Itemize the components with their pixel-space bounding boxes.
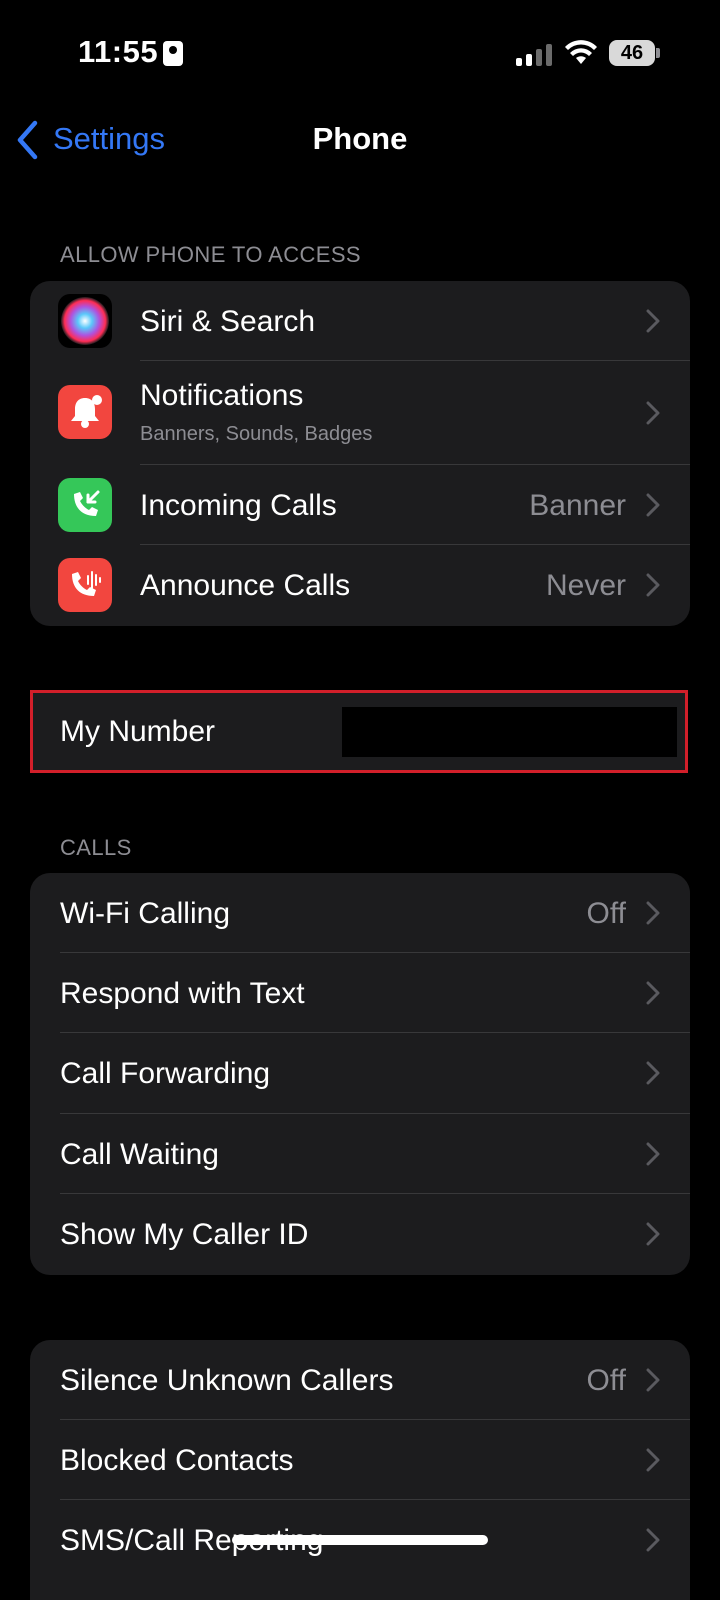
chevron-right-icon bbox=[646, 981, 660, 1005]
row-label: Notifications bbox=[140, 379, 304, 412]
row-value: Banner bbox=[529, 489, 626, 522]
chevron-right-icon bbox=[646, 401, 660, 425]
row-subtitle: Banners, Sounds, Badges bbox=[140, 423, 373, 445]
chevron-right-icon bbox=[646, 1061, 660, 1085]
row-label: Siri & Search bbox=[140, 305, 316, 338]
row-label: Call Waiting bbox=[60, 1138, 219, 1171]
row-siri-search[interactable]: Siri & Search bbox=[30, 281, 690, 361]
wifi-icon bbox=[565, 40, 597, 64]
battery-tip bbox=[656, 48, 660, 58]
row-value: Off bbox=[586, 897, 626, 930]
row-label: Show My Caller ID bbox=[60, 1218, 309, 1251]
section-header-calls: CALLS bbox=[60, 835, 132, 860]
blocking-group: Silence Unknown Callers Off Blocked Cont… bbox=[30, 1340, 690, 1600]
row-notifications[interactable]: Notifications Banners, Sounds, Badges bbox=[30, 361, 690, 465]
chevron-right-icon bbox=[646, 1222, 660, 1246]
row-call-waiting[interactable]: Call Waiting bbox=[30, 1114, 690, 1194]
contact-card-icon bbox=[163, 41, 183, 66]
my-number-label: My Number bbox=[60, 715, 216, 748]
page-title: Phone bbox=[312, 121, 408, 156]
row-label: Respond with Text bbox=[60, 977, 305, 1010]
row-label: Blocked Contacts bbox=[60, 1444, 294, 1477]
cellular-signal-icon bbox=[516, 44, 552, 66]
row-silence-unknown-callers[interactable]: Silence Unknown Callers Off bbox=[30, 1340, 690, 1420]
row-value: Never bbox=[545, 569, 626, 602]
row-label: Wi-Fi Calling bbox=[60, 897, 231, 930]
chevron-right-icon bbox=[646, 1142, 660, 1166]
row-label: Silence Unknown Callers bbox=[60, 1364, 394, 1397]
status-time: 11:55 bbox=[78, 34, 159, 69]
row-show-my-caller-id[interactable]: Show My Caller ID bbox=[30, 1194, 690, 1275]
home-indicator[interactable] bbox=[232, 1535, 488, 1545]
battery-icon: 46 bbox=[609, 40, 655, 66]
section-header-access: ALLOW PHONE TO ACCESS bbox=[60, 242, 362, 267]
row-label: Incoming Calls bbox=[140, 489, 337, 522]
row-blocked-contacts[interactable]: Blocked Contacts bbox=[30, 1420, 690, 1500]
chevron-right-icon bbox=[646, 309, 660, 333]
chevron-right-icon bbox=[646, 1448, 660, 1472]
announce-calls-icon bbox=[58, 558, 112, 612]
chevron-right-icon bbox=[646, 493, 660, 517]
incoming-calls-icon bbox=[58, 478, 112, 532]
siri-icon bbox=[58, 294, 112, 348]
row-incoming-calls[interactable]: Incoming Calls Banner bbox=[30, 465, 690, 545]
chevron-right-icon bbox=[646, 1528, 660, 1552]
chevron-right-icon bbox=[646, 573, 660, 597]
row-announce-calls[interactable]: Announce Calls Never bbox=[30, 545, 690, 626]
chevron-right-icon bbox=[646, 1368, 660, 1392]
row-value: Off bbox=[586, 1364, 626, 1397]
redacted-phone-number bbox=[342, 707, 677, 757]
chevron-right-icon bbox=[646, 901, 660, 925]
row-wifi-calling[interactable]: Wi-Fi Calling Off bbox=[30, 873, 690, 953]
row-call-forwarding[interactable]: Call Forwarding bbox=[30, 1033, 690, 1114]
access-group: Siri & Search Notifications Banners, Sou… bbox=[30, 281, 690, 626]
calls-group: Wi-Fi Calling Off Respond with Text Call… bbox=[30, 873, 690, 1275]
row-respond-with-text[interactable]: Respond with Text bbox=[30, 953, 690, 1033]
row-label: Call Forwarding bbox=[60, 1057, 271, 1090]
notifications-icon bbox=[58, 385, 112, 439]
row-label: Announce Calls bbox=[140, 569, 351, 602]
